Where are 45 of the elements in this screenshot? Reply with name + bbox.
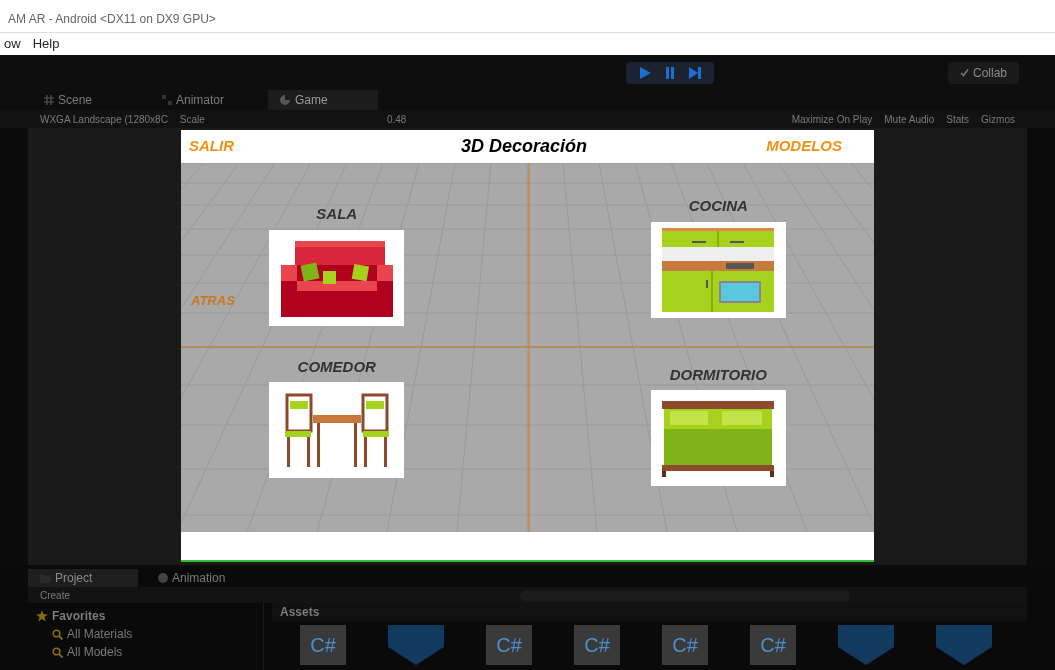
grid-icon xyxy=(44,95,54,105)
window-title: AM AR - Android <DX11 on DX9 GPU> xyxy=(8,11,216,28)
check-icon xyxy=(959,68,969,77)
editor-tab[interactable]: Scene xyxy=(32,90,142,110)
resolution-dropdown[interactable]: WXGA Landscape (1280x8C xyxy=(40,111,168,127)
category-card[interactable] xyxy=(269,229,405,326)
assets-heading: Assets xyxy=(272,603,1027,621)
category-label: DORMITORIO xyxy=(669,364,767,385)
script-asset-icon[interactable]: C# xyxy=(662,625,708,665)
category-label: COCINA xyxy=(688,196,748,216)
script-asset-icon[interactable]: C# xyxy=(486,625,532,665)
script-asset-icon[interactable]: C# xyxy=(750,625,796,665)
pause-icon[interactable] xyxy=(664,65,676,80)
script-asset-icon[interactable]: C# xyxy=(300,625,346,665)
category-card[interactable] xyxy=(269,382,405,478)
create-dropdown[interactable]: Create xyxy=(40,587,70,603)
menu-item[interactable]: ow xyxy=(4,34,21,54)
star-icon xyxy=(36,610,48,622)
gizmos-dropdown[interactable]: Gizmos xyxy=(981,111,1015,127)
toggle-button[interactable]: Maximize On Play xyxy=(791,111,873,127)
category-card[interactable] xyxy=(650,221,786,318)
scale-label: Scale xyxy=(179,112,205,127)
play-icon[interactable] xyxy=(638,65,652,80)
editor-tab[interactable]: Animator xyxy=(150,90,260,110)
collab-button[interactable]: Collab xyxy=(947,61,1019,84)
script-asset-icon[interactable]: C# xyxy=(574,625,620,665)
search-icon xyxy=(52,646,63,658)
scale-value: 0.48 xyxy=(386,112,407,127)
category-label: COMEDOR xyxy=(297,356,376,377)
favorite-item[interactable]: All Models xyxy=(67,643,123,661)
step-icon[interactable] xyxy=(688,65,702,80)
search-icon xyxy=(52,628,63,640)
game-title: 3D Decoración xyxy=(461,135,588,158)
favorites-heading: Favorites xyxy=(52,608,106,625)
category-label: SALA xyxy=(316,204,358,224)
toggle-button[interactable]: Stats xyxy=(946,111,970,127)
editor-tab[interactable]: Game xyxy=(268,90,378,110)
nodes-icon xyxy=(162,95,172,105)
favorite-item[interactable]: All Materials xyxy=(67,625,133,643)
panel-tab[interactable]: Project xyxy=(28,569,138,587)
category-card[interactable] xyxy=(650,390,786,486)
models-button[interactable]: MODELOS xyxy=(766,135,842,158)
exit-button[interactable]: SALIR xyxy=(189,135,234,158)
toggle-button[interactable]: Mute Audio xyxy=(884,111,935,127)
menu-item[interactable]: Help xyxy=(32,34,60,54)
